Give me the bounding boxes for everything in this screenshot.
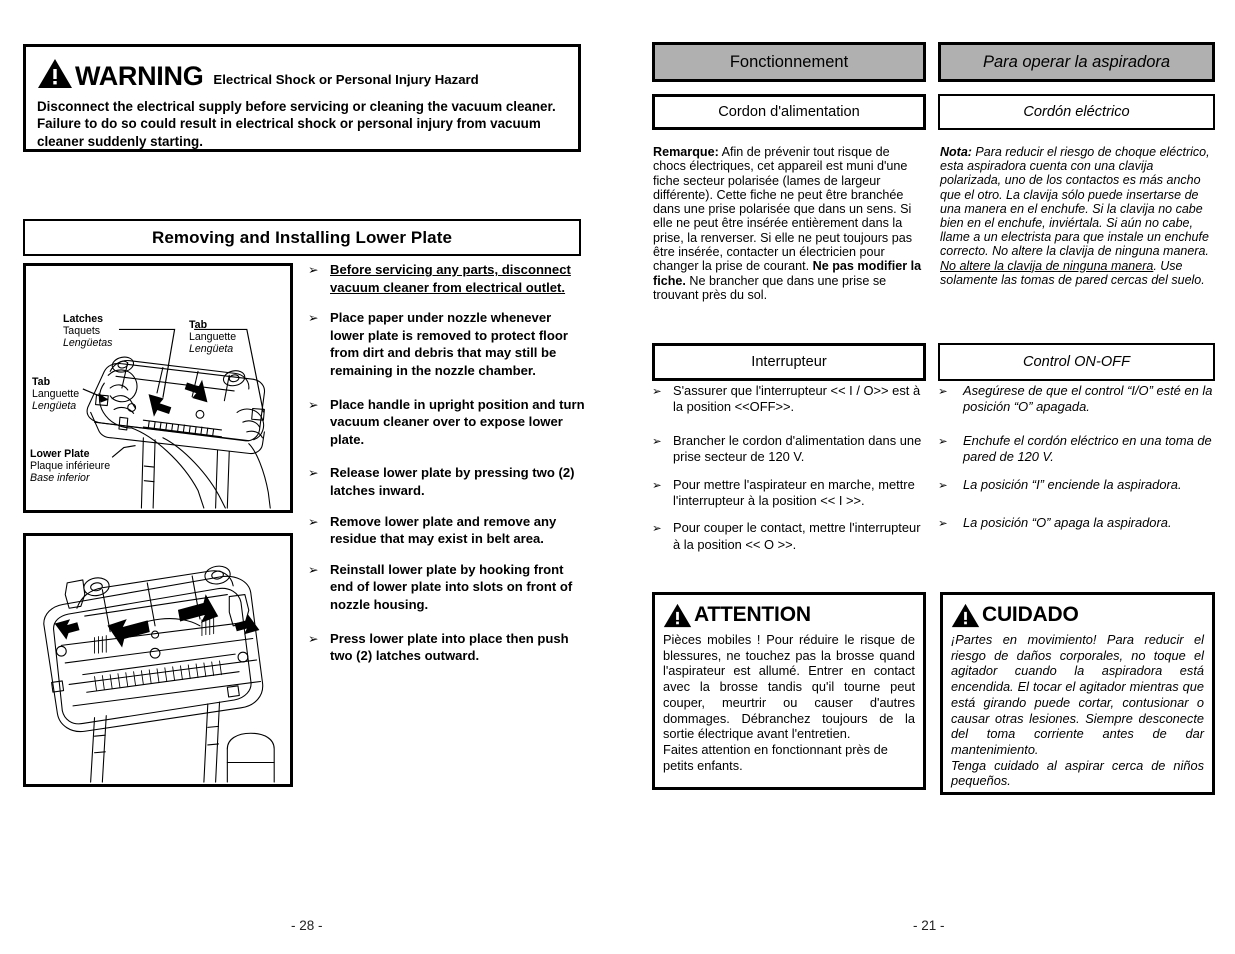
french-attention-header: ATTENTION (663, 601, 915, 629)
french-note-body-1: Afin de prévenir tout risque de chocs él… (653, 145, 913, 274)
spanish-cuidado-body-last: Tenga cuidado al aspirar cerca de niños … (951, 757, 1204, 789)
list-item-text: S'assurer que l'interrupteur << I / O>> … (673, 383, 921, 415)
bullet-arrow-icon: ➢ (308, 561, 319, 577)
warning-subtitle: Electrical Shock or Personal Injury Haza… (213, 72, 479, 87)
list-item-text: Reinstall lower plate by hooking front e… (330, 561, 573, 612)
list-item-text: Pour couper le contact, mettre l'interru… (673, 520, 921, 552)
french-note-body-3: Ne brancher que dans une prise se trouva… (653, 273, 887, 302)
spanish-cord-heading: Cordón eléctrico (1023, 104, 1130, 120)
french-cord-heading: Cordon d'alimentation (718, 104, 860, 120)
figure-label-lower-plate: Lower Plate Plaque inférieure Base infer… (30, 448, 111, 485)
warning-box: WARNING Electrical Shock or Personal Inj… (23, 44, 581, 152)
warning-title: WARNING (75, 61, 204, 91)
warning-triangle-icon (951, 603, 980, 628)
bullet-arrow-icon: ➢ (652, 477, 662, 492)
list-item-text: Enchufe el cordón eléctrico en una toma … (963, 432, 1212, 465)
bullet-arrow-icon: ➢ (308, 630, 319, 646)
french-attention-box: ATTENTION Pièces mobiles ! Pour réduire … (652, 592, 926, 790)
list-item: ➢ Asegúrese de que el control “I/O” esté… (938, 383, 1216, 416)
list-item: ➢ La posición “O” apaga la aspiradora. (938, 515, 1216, 531)
bullet-arrow-icon: ➢ (652, 521, 662, 536)
spanish-switch-instructions-list: ➢ Asegúrese de que el control “I/O” esté… (938, 383, 1216, 542)
spanish-note-label: Nota: (940, 145, 972, 159)
list-item: ➢ Pour couper le contact, mettre l'inter… (652, 520, 928, 553)
spanish-cord-heading-box: Cordón eléctrico (938, 94, 1215, 130)
list-item-text: Place handle in upright position and tur… (330, 396, 585, 447)
section-title: Removing and Installing Lower Plate (151, 227, 453, 247)
lower-plate-instructions-list: ➢ Before servicing any parts, disconnect… (308, 261, 586, 678)
warning-body-text: Disconnect the electrical supply before … (37, 99, 556, 149)
figure-lower-plate-illustration (23, 533, 293, 787)
list-item-text: Before servicing any parts, disconnect v… (330, 262, 571, 295)
section-title-box: Removing and Installing Lower Plate (23, 219, 581, 256)
list-item: ➢ Remove lower plate and remove any resi… (308, 513, 586, 548)
list-item: ➢ Place paper under nozzle whenever lowe… (308, 309, 586, 379)
bullet-arrow-icon: ➢ (938, 516, 948, 531)
bullet-arrow-icon: ➢ (938, 477, 948, 492)
spanish-note-body-1: Para reducir el riesgo de choque eléctri… (940, 145, 1210, 259)
list-item-text: La posición “O” apaga la aspiradora. (963, 515, 1172, 531)
list-item-text: Brancher le cordon d'alimentation dans u… (673, 432, 922, 465)
spanish-section-header: Para operar la aspiradora (938, 42, 1215, 82)
list-item: ➢ S'assurer que l'interrupteur << I / O>… (652, 383, 928, 416)
bullet-arrow-icon: ➢ (308, 310, 319, 326)
list-item: ➢ Press lower plate into place then push… (308, 630, 586, 665)
french-attention-body-last: Faites attention en fonctionnant près de… (663, 741, 888, 773)
french-section-header-label: Fonctionnement (729, 52, 849, 71)
spanish-cuidado-body-main: ¡Partes en movimiento! Para reducir el r… (951, 632, 1204, 757)
french-attention-body: Pièces mobiles ! Pour réduire le risque … (663, 632, 915, 773)
page-number-left: - 28 - (291, 918, 323, 933)
list-item: ➢ Place handle in upright position and t… (308, 396, 586, 449)
list-item-text: Release lower plate by pressing two (2) … (330, 465, 575, 498)
spanish-note-paragraph: Nota: Para reducir el riesgo de choque e… (940, 145, 1212, 287)
bullet-arrow-icon: ➢ (308, 262, 319, 277)
list-item-text: Asegúrese de que el control “I/O” esté e… (963, 383, 1213, 415)
bullet-arrow-icon: ➢ (938, 433, 948, 448)
spanish-cuidado-header: CUIDADO (951, 601, 1204, 629)
list-item-text: Press lower plate into place then push t… (330, 630, 569, 664)
list-item: ➢ Brancher le cordon d'alimentation dans… (652, 433, 928, 466)
french-switch-heading: Interrupteur (751, 354, 827, 370)
bullet-arrow-icon: ➢ (308, 465, 319, 481)
french-cord-heading-box: Cordon d'alimentation (652, 94, 926, 130)
spanish-switch-heading: Control ON-OFF (1022, 354, 1131, 370)
french-switch-heading-box: Interrupteur (652, 343, 926, 381)
bullet-arrow-icon: ➢ (652, 384, 662, 398)
list-item: ➢ Reinstall lower plate by hooking front… (308, 561, 586, 614)
french-switch-instructions-list: ➢ S'assurer que l'interrupteur << I / O>… (652, 383, 928, 564)
spanish-cuidado-body: ¡Partes en movimiento! Para reducir el r… (951, 632, 1204, 789)
bullet-arrow-icon: ➢ (308, 513, 319, 529)
warning-header: WARNING Electrical Shock or Personal Inj… (37, 55, 567, 91)
bullet-arrow-icon: ➢ (308, 396, 319, 412)
list-item-text: Pour mettre l'aspirateur en marche, mett… (673, 476, 915, 509)
list-item-text: Remove lower plate and remove any residu… (330, 513, 557, 547)
list-item: ➢ Before servicing any parts, disconnect… (308, 261, 586, 296)
bullet-arrow-icon: ➢ (652, 433, 662, 448)
bullet-arrow-icon: ➢ (938, 384, 948, 398)
list-item-text: Place paper under nozzle whenever lower … (330, 310, 568, 378)
spanish-section-header-label: Para operar la aspiradora (982, 52, 1171, 71)
french-note-label: Remarque: (653, 145, 719, 159)
list-item: ➢ Pour mettre l'aspirateur en marche, me… (652, 477, 928, 510)
figure-latches-illustration: Latches Taquets Lengüetas Tab Languette … (23, 263, 293, 513)
list-item-text: La posición “I” enciende la aspiradora. (963, 476, 1182, 492)
list-item: ➢ La posición “I” enciende la aspiradora… (938, 477, 1216, 493)
spanish-note-underlined-2: No altere la clavija de ninguna manera (940, 258, 1154, 273)
warning-triangle-icon (663, 603, 692, 628)
spanish-cuidado-box: CUIDADO ¡Partes en movimiento! Para redu… (940, 592, 1215, 795)
figure-label-tab-right: Tab Languette Lengüeta (189, 319, 237, 356)
spanish-cuidado-title: CUIDADO (982, 603, 1079, 626)
french-attention-body-main: Pièces mobiles ! Pour réduire le risque … (663, 632, 915, 742)
french-attention-title: ATTENTION (694, 603, 811, 626)
spanish-switch-heading-box: Control ON-OFF (938, 343, 1215, 381)
french-section-header: Fonctionnement (652, 42, 926, 82)
figure-label-tab-left: Tab Languette Lengüeta (32, 376, 80, 413)
list-item: ➢ Release lower plate by pressing two (2… (308, 464, 586, 499)
list-item: ➢ Enchufe el cordón eléctrico en una tom… (938, 433, 1216, 466)
figure-label-latches: Latches Taquets Lengüetas (63, 313, 113, 350)
warning-triangle-icon (37, 58, 73, 89)
french-note-paragraph: Remarque: Afin de prévenir tout risque d… (653, 145, 925, 302)
page-number-right: - 21 - (913, 918, 945, 933)
